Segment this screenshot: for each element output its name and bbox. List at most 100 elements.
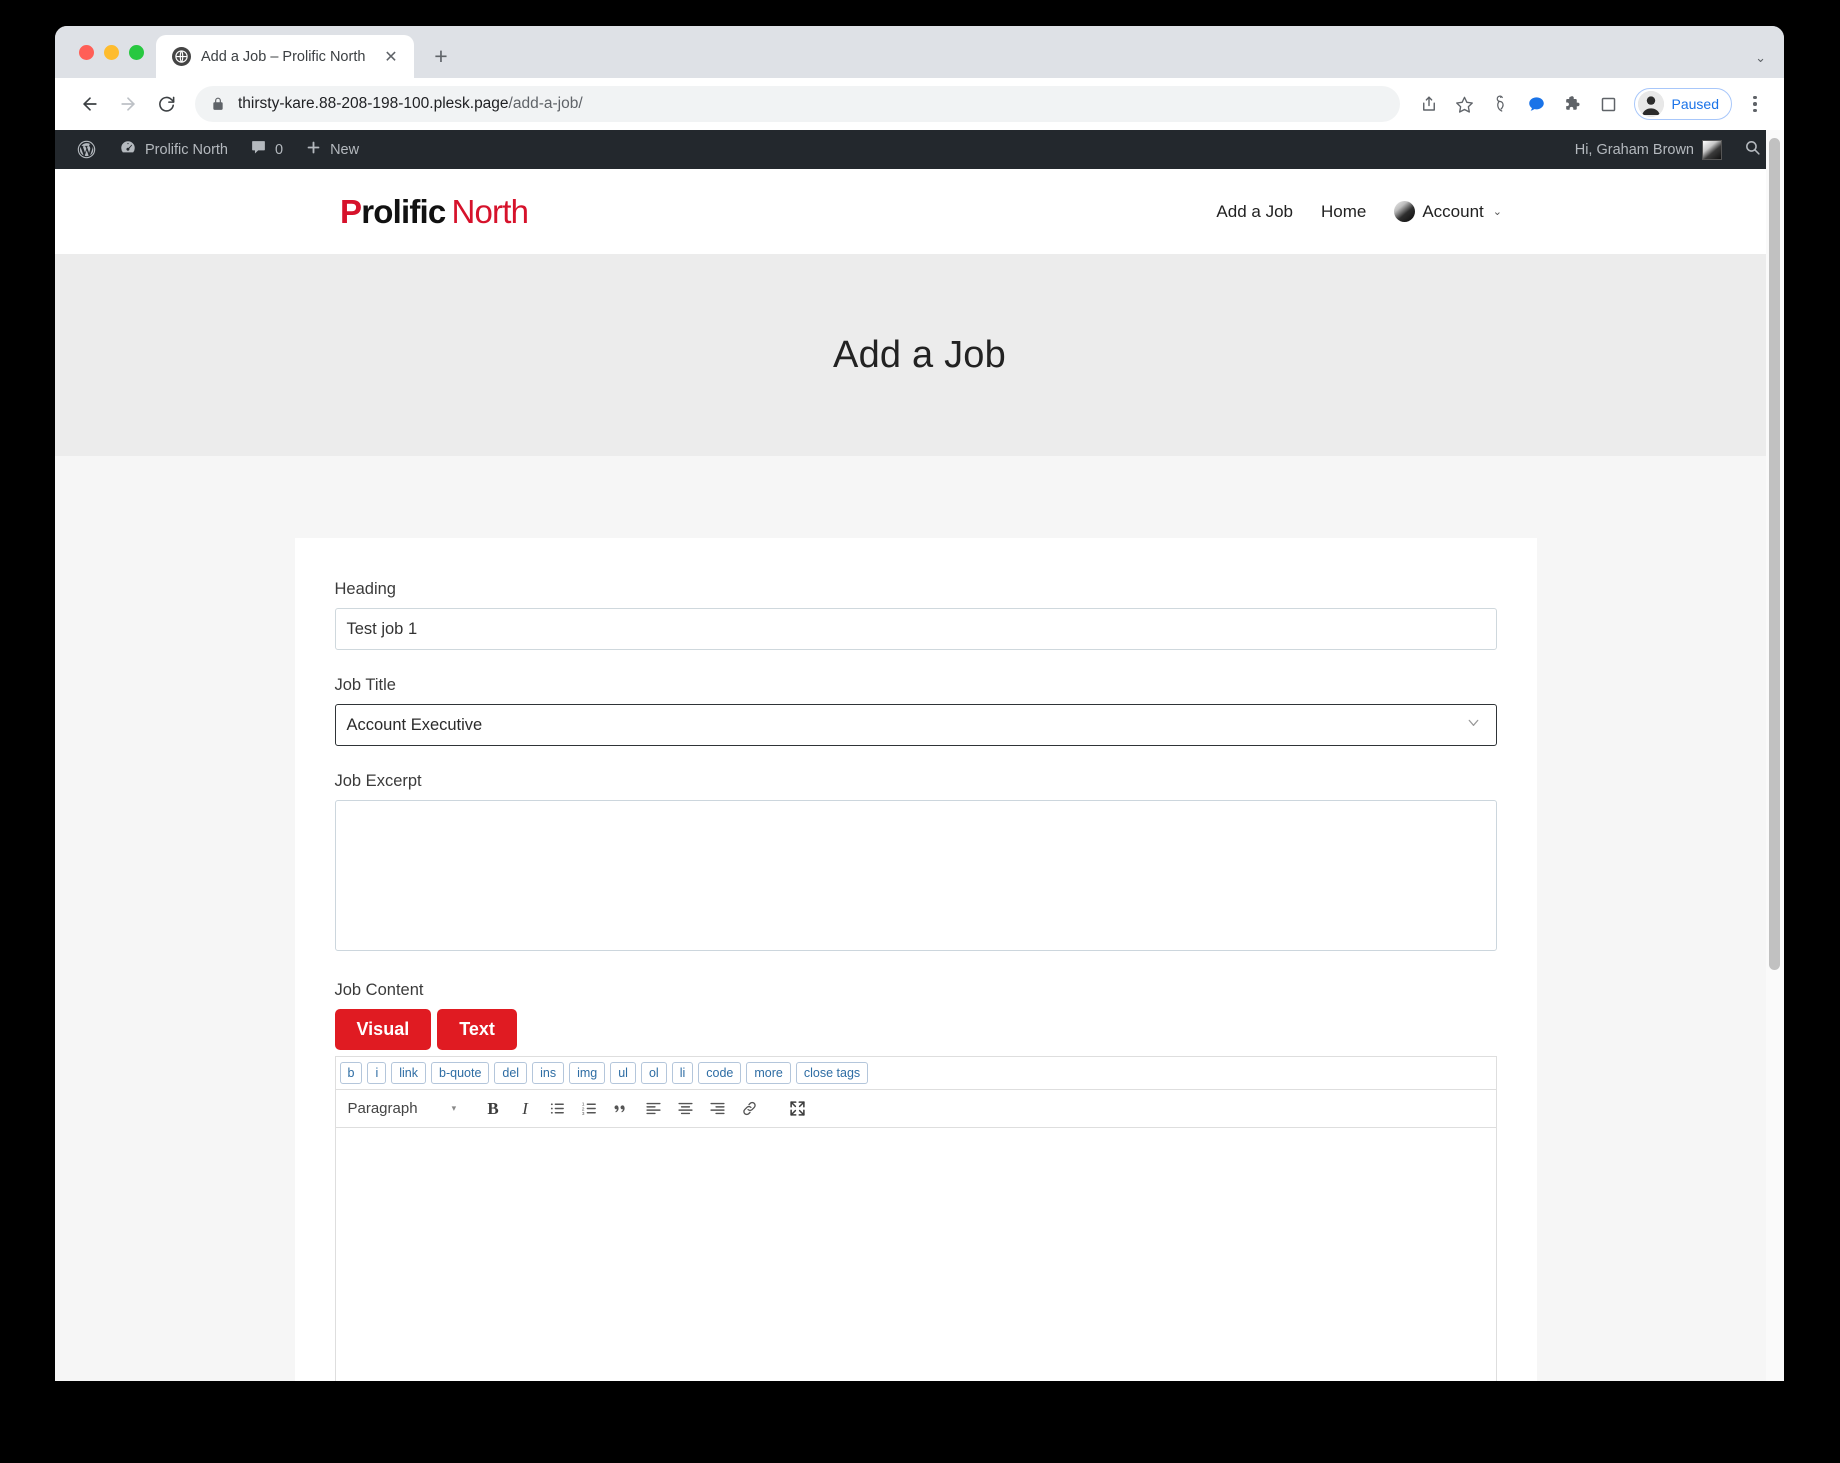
reading-list-icon[interactable] [1592, 87, 1626, 121]
page-title: Add a Job [833, 333, 1006, 376]
quicktag-ins[interactable]: ins [532, 1062, 565, 1084]
url-host: thirsty-kare.88-208-198-100.plesk.page [238, 95, 509, 112]
avatar [1702, 139, 1722, 160]
profile-status-label: Paused [1671, 96, 1719, 112]
wp-admin-bar: Prolific North 0 New Hi, Graham Brown [55, 130, 1784, 169]
quicktag-ul[interactable]: ul [610, 1062, 636, 1084]
bold-icon[interactable]: B [478, 1095, 508, 1123]
adminbar-site-name[interactable]: Prolific North [108, 130, 239, 169]
adminbar-comments[interactable]: 0 [239, 130, 294, 169]
tab-list-chevron-icon[interactable]: ⌄ [1755, 50, 1766, 66]
page-scrollbar[interactable] [1766, 130, 1784, 1381]
tab-title: Add a Job – Prolific North [201, 48, 366, 65]
align-center-icon[interactable] [670, 1095, 700, 1123]
heading-input[interactable]: Test job 1 [334, 608, 1497, 650]
toolbar-icons [1412, 87, 1626, 121]
chevron-down-icon: ▾ [451, 1103, 457, 1113]
quicktags-toolbar: b i link b-quote del ins img ul ol li co… [334, 1056, 1497, 1090]
logo-rolific: rolific [361, 192, 446, 230]
browser-toolbar: thirsty-kare.88-208-198-100.plesk.page/a… [55, 78, 1784, 130]
comment-bubble-icon [250, 139, 267, 160]
quicktag-img[interactable]: img [569, 1062, 606, 1084]
adminbar-new-label: New [330, 141, 360, 158]
job-title-value: Account Executive [346, 715, 483, 734]
quicktag-b[interactable]: b [339, 1062, 363, 1084]
quicktag-close-tags[interactable]: close tags [795, 1062, 869, 1084]
field-heading: Heading Test job 1 [334, 580, 1497, 650]
minimize-window-button[interactable] [104, 44, 119, 60]
quicktag-i[interactable]: i [367, 1062, 387, 1084]
site-logo[interactable]: Prolific North [340, 192, 529, 231]
tab-strip: Add a Job – Prolific North ✕ + ⌄ [55, 26, 1784, 78]
editor-content-area[interactable] [334, 1128, 1497, 1381]
job-title-select[interactable]: Account Executive [334, 704, 1497, 746]
page-viewport: Prolific North 0 New Hi, Graham Brown Pr… [55, 130, 1784, 1381]
site-nav: Add a Job Home Account ⌄ [1216, 201, 1502, 222]
fullscreen-icon[interactable] [782, 1095, 812, 1123]
align-right-icon[interactable] [702, 1095, 732, 1123]
close-tab-button[interactable]: ✕ [380, 46, 402, 68]
link-icon[interactable] [734, 1095, 764, 1123]
editor-tab-text[interactable]: Text [437, 1009, 517, 1050]
lock-icon [211, 97, 225, 111]
field-job-title: Job Title Account Executive [334, 676, 1497, 746]
quicktag-b-quote[interactable]: b-quote [431, 1062, 490, 1084]
wordpress-icon[interactable] [65, 130, 108, 169]
field-job-content: Job Content Visual Text b i link b-quote… [334, 981, 1497, 1381]
job-title-label: Job Title [334, 676, 396, 694]
search-icon [1744, 139, 1761, 160]
bullet-list-icon[interactable] [542, 1095, 572, 1123]
star-icon[interactable] [1448, 87, 1482, 121]
avatar [1637, 91, 1664, 117]
editor-tab-visual[interactable]: Visual [334, 1009, 432, 1050]
adminbar-new[interactable]: New [294, 130, 370, 169]
quicktag-del[interactable]: del [494, 1062, 528, 1084]
quicktag-link[interactable]: link [391, 1062, 426, 1084]
logo-p: P [340, 192, 362, 230]
address-bar[interactable]: thirsty-kare.88-208-198-100.plesk.page/a… [195, 86, 1400, 122]
profile-button[interactable]: Paused [1633, 88, 1732, 120]
chat-bubble-icon[interactable] [1520, 87, 1554, 121]
editor-format-toolbar: Paragraph ▾ B I 123 [334, 1090, 1497, 1128]
back-button[interactable] [73, 87, 107, 121]
globe-icon [172, 47, 191, 66]
reload-button[interactable] [149, 87, 183, 121]
blockquote-icon[interactable] [606, 1095, 636, 1123]
quicktag-code[interactable]: code [698, 1062, 742, 1084]
add-job-form-card: Heading Test job 1 Job Title Account Exe… [294, 538, 1537, 1381]
duckduckgo-icon[interactable] [1484, 87, 1518, 121]
nav-account-label: Account [1422, 201, 1484, 221]
italic-icon[interactable]: I [510, 1095, 540, 1123]
chevron-down-icon: ⌄ [1492, 206, 1502, 218]
maximize-window-button[interactable] [129, 44, 144, 60]
close-window-button[interactable] [79, 44, 94, 60]
adminbar-greeting: Hi, Graham Brown [1574, 141, 1694, 158]
paragraph-format-select[interactable]: Paragraph ▾ [344, 1095, 465, 1123]
adminbar-site-label: Prolific North [145, 141, 228, 158]
new-tab-button[interactable]: + [424, 39, 458, 73]
heading-label: Heading [334, 580, 396, 598]
nav-home[interactable]: Home [1321, 202, 1366, 222]
share-icon[interactable] [1412, 87, 1446, 121]
job-excerpt-textarea[interactable] [334, 800, 1497, 951]
page-hero: Add a Job [55, 254, 1784, 456]
extensions-puzzle-icon[interactable] [1556, 87, 1590, 121]
forward-button[interactable] [111, 87, 145, 121]
numbered-list-icon[interactable]: 123 [574, 1095, 604, 1123]
kebab-menu-icon[interactable] [1740, 87, 1770, 121]
window-controls [71, 26, 156, 78]
job-content-label: Job Content [334, 981, 424, 999]
quicktag-more[interactable]: more [746, 1062, 791, 1084]
adminbar-my-account[interactable]: Hi, Graham Brown [1564, 130, 1733, 169]
browser-tab[interactable]: Add a Job – Prolific North ✕ [156, 35, 414, 78]
align-left-icon[interactable] [638, 1095, 668, 1123]
nav-add-a-job[interactable]: Add a Job [1216, 202, 1293, 222]
adminbar-comments-count: 0 [275, 141, 284, 158]
quicktag-ol[interactable]: ol [640, 1062, 667, 1084]
quicktag-li[interactable]: li [671, 1062, 694, 1084]
scrollbar-thumb[interactable] [1769, 138, 1780, 970]
nav-account[interactable]: Account ⌄ [1394, 201, 1502, 222]
